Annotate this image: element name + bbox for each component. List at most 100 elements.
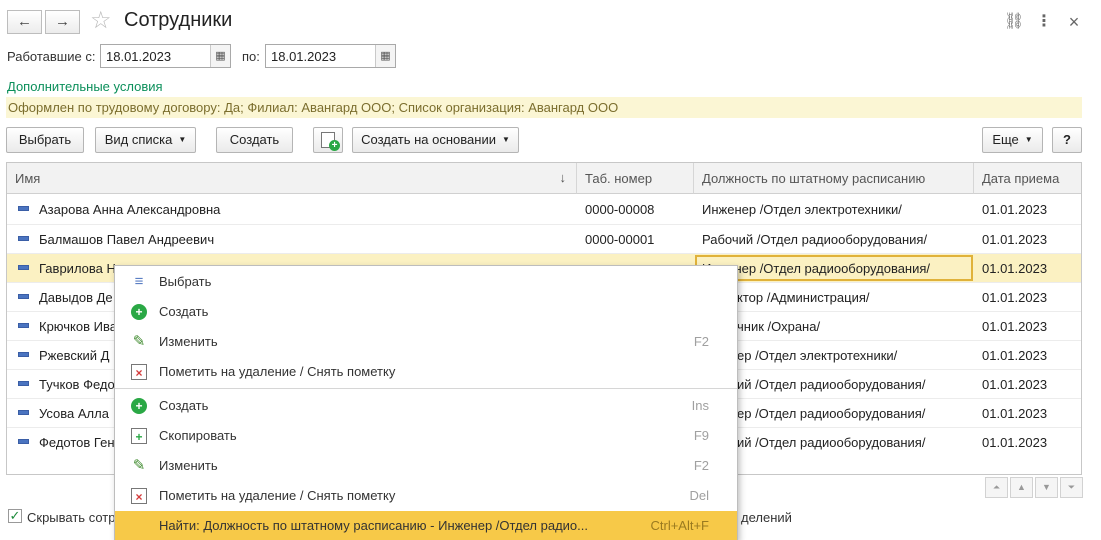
cell-name: Давыдов Де (39, 290, 113, 305)
column-header-name[interactable]: Имя ↓ (7, 163, 577, 194)
item-marker-icon (18, 323, 29, 328)
forward-button[interactable]: → (45, 10, 80, 34)
context-menu-item[interactable]: × Пометить на удаление / Снять пометку Del (115, 481, 737, 511)
calendar-icon[interactable]: ▦ (375, 45, 395, 67)
select-button-label: Выбрать (18, 132, 72, 147)
cell-position: ий /Отдел радиооборудования/ (737, 377, 926, 392)
more-vertical-icon[interactable]: ⋮ (1034, 12, 1054, 32)
cell-name: Усова Алла (39, 406, 109, 421)
scroll-up-button[interactable]: ▲ (1010, 477, 1033, 498)
add-icon: + (131, 398, 147, 414)
date-from-value: 18.01.2023 (106, 49, 172, 64)
chevron-down-icon: ▼ (178, 135, 187, 144)
column-header-hire-date[interactable]: Дата приема (974, 163, 1081, 194)
chevron-down-icon: ▼ (1024, 135, 1033, 144)
context-menu-item-label: Пометить на удаление / Снять пометку (159, 488, 396, 503)
context-menu-shortcut: F2 (693, 458, 709, 473)
context-menu-item-label: Скопировать (159, 428, 237, 443)
more-button-label: Еще (992, 132, 1019, 147)
context-menu-shortcut: F2 (693, 334, 709, 349)
copy-icon: + (131, 428, 147, 444)
cell-position: ктор /Администрация/ (737, 290, 870, 305)
context-menu-item-label: Изменить (159, 458, 218, 473)
scroll-first-button[interactable]: ⏶ (985, 477, 1008, 498)
context-menu-item-label: Создать (159, 304, 209, 319)
calendar-icon[interactable]: ▦ (210, 45, 230, 67)
context-menu-item[interactable]: ≡ Выбрать (115, 267, 737, 297)
item-marker-icon (18, 236, 29, 241)
hide-employees-label: Скрывать сотр (27, 510, 116, 525)
arrow-right-icon: → (55, 13, 70, 30)
item-marker-icon (18, 265, 29, 270)
cell-position: чник /Охрана/ (737, 319, 821, 334)
column-header-tab-number[interactable]: Таб. номер (577, 163, 694, 194)
context-menu-item[interactable]: × Пометить на удаление / Снять пометку (115, 357, 737, 387)
scroll-last-button[interactable]: ⏷ (1060, 477, 1083, 498)
context-menu-item-label: Найти: Должность по штатному расписанию … (159, 518, 588, 533)
help-button[interactable]: ? (1052, 127, 1082, 153)
create-button[interactable]: Создать (216, 127, 293, 153)
context-menu-item[interactable]: Найти: Должность по штатному расписанию … (115, 511, 737, 540)
favorite-star-icon[interactable]: ☆ (90, 6, 112, 35)
cell-hire-date: 01.01.2023 (982, 377, 1048, 392)
context-menu-item-label: Пометить на удаление / Снять пометку (159, 364, 396, 379)
context-menu-shortcut: F9 (693, 428, 709, 443)
item-marker-icon (18, 352, 29, 357)
delete-mark-icon: × (131, 488, 147, 504)
list-view-button[interactable]: Вид списка ▼ (95, 127, 196, 153)
cell-hire-date: 01.01.2023 (982, 261, 1048, 276)
item-marker-icon (18, 206, 29, 211)
create-copy-button[interactable]: + (313, 127, 343, 153)
cell-hire-date: 01.01.2023 (982, 319, 1048, 334)
table-row[interactable]: Азарова Анна Александровна 0000-00008 Инже… (7, 195, 1081, 224)
create-based-on-button[interactable]: Создать на основании ▼ (352, 127, 519, 153)
select-button[interactable]: Выбрать (6, 127, 84, 153)
date-to-value: 18.01.2023 (271, 49, 337, 64)
context-menu-item[interactable]: ✎ Изменить F2 (115, 451, 737, 481)
more-button[interactable]: Еще ▼ (982, 127, 1043, 153)
close-icon[interactable]: × (1064, 12, 1084, 32)
cell-name: Тучков Федо (39, 377, 115, 392)
cell-name: Гаврилова Н (39, 261, 116, 276)
item-marker-icon (18, 439, 29, 444)
create-based-on-label: Создать на основании (361, 132, 496, 147)
cell-hire-date: 01.01.2023 (982, 406, 1048, 421)
document-add-icon: + (321, 132, 340, 151)
link-icon[interactable]: ⛓ (1004, 12, 1024, 32)
scroll-down-button[interactable]: ▼ (1035, 477, 1058, 498)
cell-name: Ржевский Д (39, 348, 110, 363)
filter-text: Оформлен по трудовому договору: Да; Фили… (8, 100, 619, 115)
date-to-field[interactable]: 18.01.2023 ▦ (265, 44, 396, 68)
from-label: Работавшие с: (7, 49, 96, 64)
pencil-icon: ✎ (132, 457, 146, 474)
context-menu-shortcut: Ctrl+Alt+F (650, 518, 709, 533)
cell-name: Федотов Ген (39, 435, 115, 450)
context-menu-item[interactable]: + Скопировать F9 (115, 421, 737, 451)
context-menu-item[interactable]: + Создать (115, 297, 737, 327)
find-icon (131, 518, 147, 534)
item-marker-icon (18, 381, 29, 386)
chevron-down-icon: ▼ (501, 135, 510, 144)
add-icon: + (131, 304, 147, 320)
extra-conditions-link[interactable]: Дополнительные условия (7, 79, 163, 94)
date-from-field[interactable]: 18.01.2023 ▦ (100, 44, 231, 68)
context-menu-item-label: Выбрать (159, 274, 212, 289)
pencil-icon: ✎ (132, 333, 146, 350)
cell-hire-date: 01.01.2023 (982, 202, 1048, 217)
page-title: Сотрудники (124, 9, 233, 31)
column-header-position[interactable]: Должность по штатному расписанию (694, 163, 974, 194)
item-marker-icon (18, 294, 29, 299)
to-label: по: (242, 49, 260, 64)
footer-option-label: делений (741, 510, 792, 525)
cell-hire-date: 01.01.2023 (982, 290, 1048, 305)
cell-name: Азарова Анна Александровна (39, 202, 221, 217)
context-menu-item[interactable]: + Создать Ins (115, 391, 737, 421)
table-row[interactable]: Балмашов Павел Андреевич 0000-00001 Рабочи… (7, 224, 1081, 253)
context-menu-item[interactable]: ✎ Изменить F2 (115, 327, 737, 357)
delete-mark-icon: × (131, 364, 147, 380)
item-marker-icon (18, 410, 29, 415)
hide-employees-checkbox[interactable]: ✓ (8, 509, 22, 523)
menu-separator (115, 388, 737, 389)
list-view-label: Вид списка (104, 132, 173, 147)
back-button[interactable]: ← (7, 10, 42, 34)
